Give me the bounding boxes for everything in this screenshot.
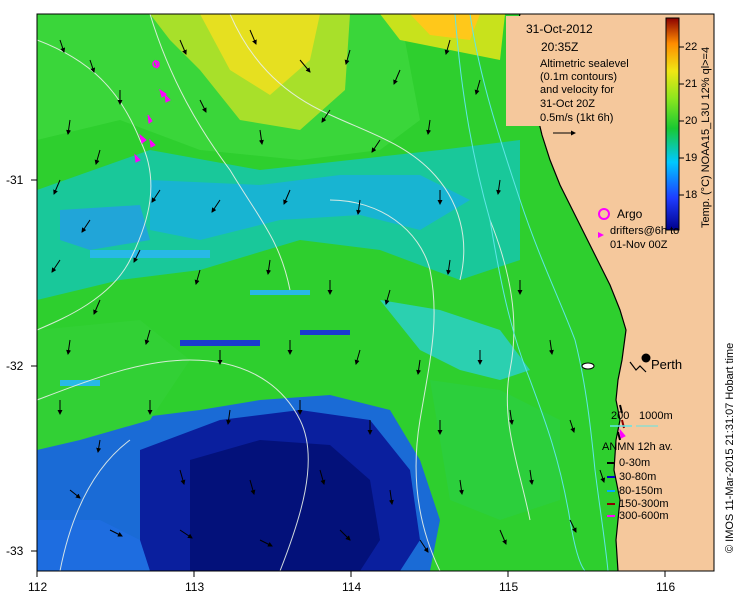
y-tick-minus31: -31	[6, 173, 24, 187]
perth-marker	[641, 353, 651, 363]
colorbar	[665, 17, 680, 231]
depth-legend-1000: 1000m	[639, 410, 673, 422]
x-tick-115: 115	[499, 580, 519, 594]
x-tick-112: 112	[28, 580, 48, 594]
info-desc-2: (0.1m contours)	[540, 71, 618, 83]
depth-legend-200: 200	[611, 410, 630, 422]
info-time: 20:35Z	[541, 40, 579, 54]
x-tick-113: 113	[185, 580, 205, 594]
credit-label: © IMOS 11-Mar-2015 21:31:07 Hobart time	[724, 342, 736, 553]
anmn-row-4: 300-600m	[619, 510, 669, 522]
info-desc-4: 31-Oct 20Z	[540, 98, 596, 110]
y-tick-minus32: -32	[6, 359, 24, 373]
info-desc-3: and velocity for	[540, 84, 614, 96]
x-tick-116: 116	[656, 580, 676, 594]
info-desc-1: Altimetric sealevel	[540, 58, 629, 70]
anmn-row-1: 30-80m	[619, 471, 657, 483]
drifters-label-1: drifters@6h to	[610, 225, 680, 237]
cb-tick-20: 20	[685, 115, 698, 127]
anmn-row-3: 150-300m	[619, 498, 669, 510]
info-date: 31-Oct-2012	[526, 22, 593, 36]
city-label: Perth	[651, 357, 683, 372]
info-desc-5: 0.5m/s (1kt 6h)	[540, 112, 614, 124]
anmn-row-0: 0-30m	[619, 457, 651, 469]
cb-tick-21: 21	[685, 78, 698, 90]
drifters-label-2: 01-Nov 00Z	[610, 239, 668, 251]
y-tick-minus33: -33	[6, 544, 24, 558]
argo-label: Argo	[617, 207, 643, 221]
colorbar-label: Temp. (°C) NOAA15_L3U 12% ql>=4	[700, 46, 712, 228]
rottnest-island	[581, 362, 595, 370]
cb-tick-18: 18	[685, 189, 698, 201]
cb-tick-22: 22	[685, 41, 698, 53]
x-tick-114: 114	[342, 580, 362, 594]
anmn-row-2: 80-150m	[619, 485, 663, 497]
cb-tick-19: 19	[685, 152, 698, 164]
anmn-title: ANMN 12h av.	[602, 441, 673, 453]
